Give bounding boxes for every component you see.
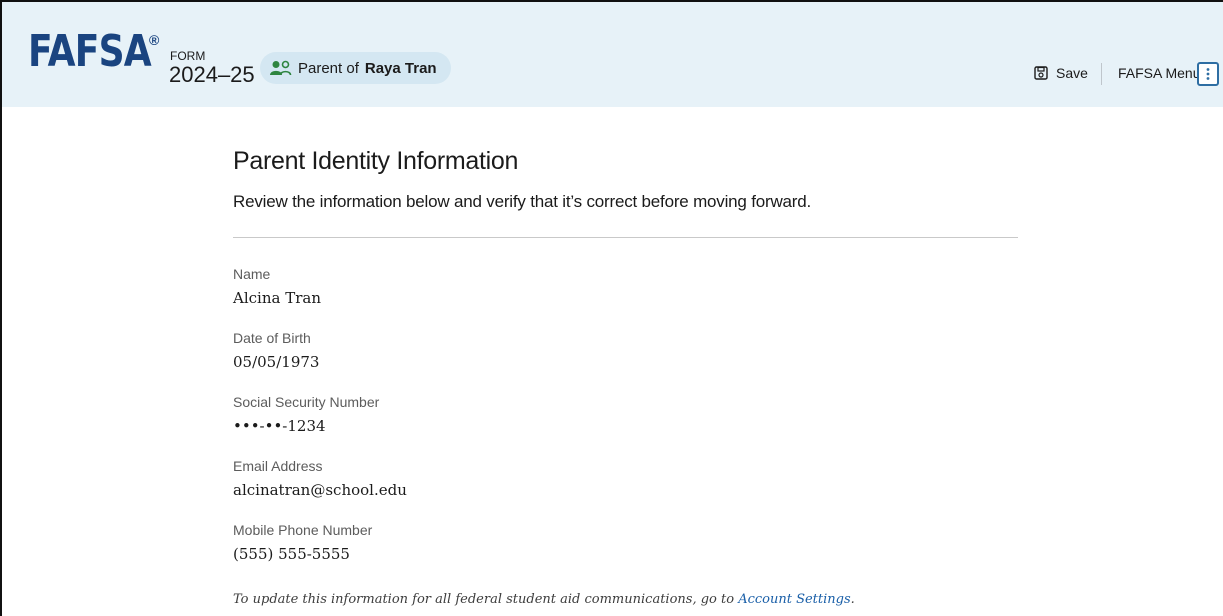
dob-value: 05/05/1973: [233, 353, 320, 371]
email-label: Email Address: [233, 458, 323, 474]
page-title: Parent Identity Information: [233, 147, 519, 175]
people-icon: [270, 60, 292, 76]
phone-value: (555) 555-5555: [233, 545, 350, 563]
kebab-menu-button[interactable]: [1197, 62, 1219, 86]
registered-mark: ®: [149, 32, 160, 48]
account-settings-note: To update this information for all feder…: [233, 592, 855, 607]
note-text: To update this information for all feder…: [233, 592, 735, 607]
save-icon: [1034, 66, 1048, 80]
ssn-label: Social Security Number: [233, 394, 380, 410]
save-label: Save: [1056, 65, 1088, 81]
page-subtitle: Review the information below and verify …: [233, 192, 812, 211]
form-label: FORM: [170, 49, 206, 63]
role-prefix: Parent of: [298, 59, 359, 77]
fafsa-menu-button[interactable]: FAFSA Menu: [1118, 65, 1200, 81]
save-button[interactable]: Save: [1034, 65, 1088, 81]
app-frame: FAFSA ® FORM 2024–25 Parent of Raya Tran…: [0, 0, 1223, 616]
top-header: FAFSA ® FORM 2024–25 Parent of Raya Tran…: [2, 2, 1223, 107]
ssn-value: •••-••-1234: [233, 417, 326, 435]
form-year: 2024–25: [169, 62, 255, 87]
account-settings-link[interactable]: Account Settings: [738, 592, 850, 607]
note-end: .: [850, 592, 855, 607]
role-badge: Parent of Raya Tran: [260, 52, 451, 84]
email-value: alcinatran@school.edu: [233, 481, 407, 499]
role-name: Raya Tran: [364, 59, 437, 77]
name-label: Name: [233, 266, 271, 282]
fafsa-logo[interactable]: FAFSA: [28, 30, 152, 74]
name-value: Alcina Tran: [233, 289, 321, 307]
section-divider: [233, 237, 1018, 238]
kebab-icon: [1206, 68, 1210, 80]
dob-label: Date of Birth: [233, 330, 311, 346]
phone-label: Mobile Phone Number: [233, 522, 373, 538]
header-divider: [1101, 63, 1102, 85]
